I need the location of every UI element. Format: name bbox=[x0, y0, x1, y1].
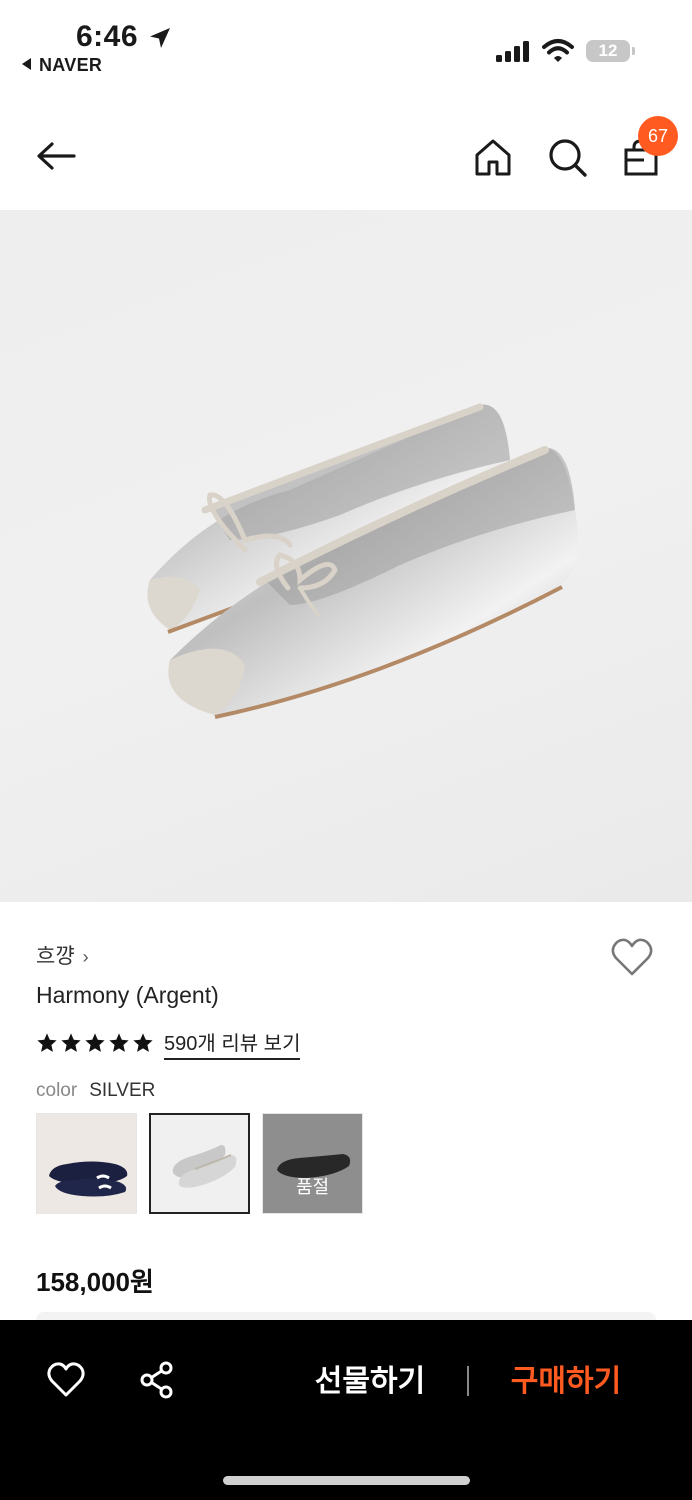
star-icon bbox=[109, 1033, 129, 1052]
soldout-label: 품절 bbox=[295, 1177, 330, 1197]
product-name: Harmony (Argent) bbox=[36, 982, 219, 1008]
location-arrow-icon bbox=[150, 28, 170, 48]
swatch-black[interactable]: 품절 bbox=[262, 1113, 363, 1214]
button-divider bbox=[467, 1366, 469, 1396]
gift-button[interactable]: 선물하기 bbox=[300, 1360, 440, 1404]
brand-name: 흐꺙 bbox=[36, 945, 75, 968]
star-icon bbox=[61, 1033, 81, 1052]
battery-cap bbox=[632, 47, 635, 55]
wifi-icon bbox=[542, 39, 574, 62]
back-app-label: NAVER bbox=[39, 55, 103, 75]
home-indicator[interactable] bbox=[223, 1476, 470, 1485]
back-triangle-icon bbox=[22, 58, 31, 70]
product-main-image[interactable] bbox=[0, 210, 692, 902]
ballet-flat-illustration bbox=[147, 403, 578, 719]
swatch-silver[interactable] bbox=[149, 1113, 250, 1214]
battery-indicator: 12 bbox=[586, 38, 636, 64]
back-to-app-link[interactable]: NAVER bbox=[22, 55, 102, 76]
color-swatches: 품절 bbox=[36, 1113, 363, 1214]
star-icon bbox=[133, 1033, 153, 1052]
home-icon[interactable] bbox=[471, 136, 515, 180]
battery-level-text: 12 bbox=[598, 41, 618, 60]
rating-row: 590개 리뷰 보기 bbox=[36, 1027, 301, 1060]
bottom-action-bar bbox=[0, 1320, 692, 1500]
color-value: SILVER bbox=[89, 1080, 156, 1101]
status-bar: 6:46 NAVER 12 bbox=[0, 0, 692, 100]
chevron-right-icon: › bbox=[82, 947, 89, 967]
cart-count-badge: 67 bbox=[638, 116, 678, 156]
search-icon[interactable] bbox=[545, 136, 589, 180]
color-label: color bbox=[36, 1080, 78, 1101]
silver-shoe-thumbnail bbox=[172, 1145, 237, 1188]
back-arrow-icon[interactable] bbox=[34, 134, 78, 178]
star-icon bbox=[37, 1033, 57, 1052]
rating-stars bbox=[36, 1032, 154, 1054]
product-price: 158,000원 bbox=[36, 1267, 154, 1297]
cellular-signal-icon bbox=[496, 41, 529, 62]
star-icon bbox=[85, 1033, 105, 1052]
reviews-link[interactable]: 590개 리뷰 보기 bbox=[164, 1027, 301, 1060]
share-icon[interactable] bbox=[137, 1360, 177, 1400]
status-time: 6:46 bbox=[76, 20, 139, 53]
color-row: color SILVER bbox=[36, 1080, 155, 1102]
swatch-navy[interactable] bbox=[36, 1113, 137, 1214]
buy-button[interactable]: 구매하기 bbox=[496, 1360, 636, 1404]
wishlist-heart-icon[interactable] bbox=[610, 936, 654, 980]
brand-link[interactable]: 흐꺙 › bbox=[36, 940, 89, 970]
navy-shoe-thumbnail bbox=[49, 1161, 128, 1197]
heart-icon[interactable] bbox=[46, 1360, 86, 1400]
